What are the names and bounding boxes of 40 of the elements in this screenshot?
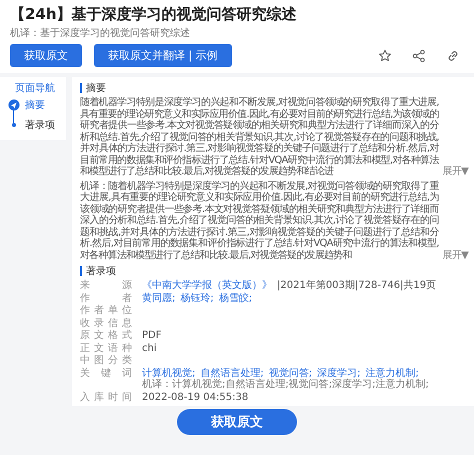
download-button[interactable]: 获取原文并翻译 | 示例 — [94, 44, 232, 67]
section-heading: 著录项 — [86, 264, 116, 278]
abstract-text: 随着机器学习特别是深度学习的兴起和不断发展,对视觉问答领域的研究取得了重大进展,具有重要的理论研究意义和实际应用价值.因此,有必要对目前的研究进行总结,为该领域的研究者提供一些参考.本文对视觉答疑领域的相关研究和典型方法进行了详细而深入的分析和总结.首先,介绍了视觉问答的相关背景知识.其次,讨论了视觉答疑存在的问题和挑战,并对具体的方法进行探讨.第三,对影响视觉答疑的关键子问题进行了总结和分析.然后,对目前常用的数据集和评价指标进行了总结.针对VQA研究中流行的算法和模型,对各种算法和模型进行了总结和比较.最后,对视觉答疑的发展趋势和结论进 — [80, 97, 439, 178]
star-icon[interactable] — [378, 48, 392, 62]
field-value: 2022-08-19 04:55:38 — [142, 392, 248, 403]
section-heading: 摘要 — [86, 82, 106, 95]
record-link[interactable]: 计算机视觉; — [142, 368, 196, 379]
record-link[interactable]: 视觉问答; — [268, 368, 312, 379]
field-label: 中图分类 — [80, 355, 132, 366]
expand-link[interactable]: 展开▼ — [442, 250, 468, 261]
field-label: 作者 — [80, 292, 132, 304]
record-link[interactable]: 注意力机制; — [366, 368, 419, 379]
nav-item[interactable]: 著录项 — [25, 118, 55, 132]
record-link[interactable]: 《中南大学学报（英文版）》 — [142, 280, 272, 292]
link-icon[interactable] — [446, 48, 460, 62]
download-button[interactable]: 获取原文 — [177, 409, 297, 435]
field-label: 收录信息 — [80, 318, 132, 329]
field-label: 正文语种 — [80, 342, 132, 354]
subtitle: 机译：基于深度学习的视觉问答研究综述 — [10, 26, 191, 40]
share-icon[interactable] — [412, 48, 426, 62]
field-label: 入库时间 — [80, 392, 132, 403]
field-value: chi — [142, 342, 157, 354]
field-label: 原文格式 — [80, 330, 132, 342]
translated-keywords: 机译：计算机视觉;自然语言处理;视觉问答;深度学习;注意力机制; — [142, 379, 430, 390]
record-link[interactable]: 自然语言处理; — [200, 368, 264, 379]
nav-item[interactable]: 摘要 — [25, 98, 45, 112]
record-link[interactable]: 深度学习; — [317, 368, 360, 379]
record-link[interactable]: 杨钰玲; — [180, 292, 214, 304]
field-value: PDF — [142, 330, 162, 342]
nav-title: 页面导航 — [14, 82, 56, 95]
field-label: 来源 — [80, 280, 132, 292]
download-button[interactable]: 获取原文 — [10, 44, 82, 67]
expand-link[interactable]: 展开▼ — [442, 166, 468, 178]
article-title: 【24h】基于深度学习的视觉问答研究综述 — [10, 4, 298, 24]
field-value: |2021年第003期|728-746|共19页 — [277, 280, 436, 292]
field-label: 关键词 — [80, 368, 132, 380]
abstract-text: 机译：随着机器学习特别是深度学习的兴起和不断发展,对视觉问答领域的研究取得了重大进展,具有重要的理论研究意义和实际应用价值.因此,有必要对目前的研究进行总结,为该领域的研究者提供一些参考.本文对视觉答疑领域的相关研究和典型方法进行了详细而深入的分析和总结.首先,介绍了视觉问答的相关背景知识.其次,讨论了视觉答疑存在的问题和挑战,并对具体的方法进行探讨.第三,对影响视觉答疑的关键子问题进行了总结和分析.然后,对目前常用的数据集和评价指标进行了总结.针对VQA研究中流行的算法和模型,对各种算法和模型进行了总结和比较.最后,对视觉答疑的发展趋势和 — [80, 180, 439, 261]
record-link[interactable]: 黄同愿; — [142, 292, 176, 304]
record-link[interactable]: 杨雪皎; — [218, 292, 252, 304]
field-label: 作者单位 — [80, 305, 132, 316]
